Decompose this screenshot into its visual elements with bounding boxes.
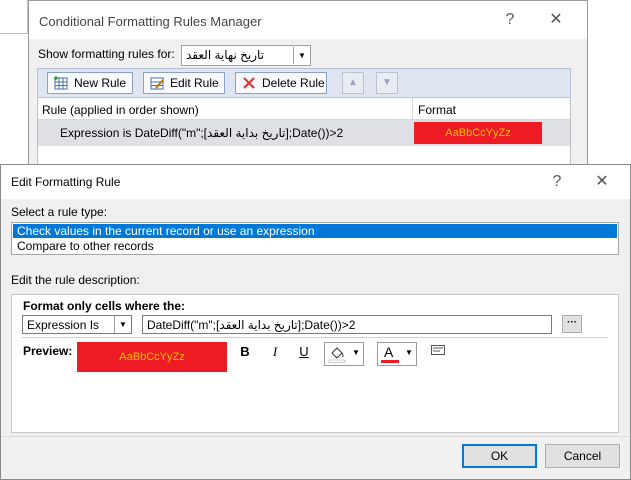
new-rule-button[interactable]: New Rule — [47, 72, 133, 94]
data-bar-icon-svg — [431, 345, 445, 355]
ok-button[interactable]: OK — [462, 444, 537, 468]
delete-icon — [243, 77, 255, 89]
new-rule-icon — [54, 76, 68, 90]
edit-rule-icon — [150, 77, 164, 90]
chevron-down-icon[interactable]: ▼ — [114, 316, 131, 333]
expression-input[interactable]: DateDiff("m";[تاريخ بداية العقد];Date())… — [142, 315, 552, 334]
edit-description-label: Edit the rule description: — [11, 273, 140, 287]
rule-type-item-expression[interactable]: Check values in the current record or us… — [13, 224, 617, 238]
condition-type-value: Expression Is — [27, 318, 100, 332]
expression-value: DateDiff("m";[تاريخ بداية العقد];Date())… — [147, 318, 356, 332]
expression-builder-button[interactable]: ··· — [562, 315, 582, 333]
format-only-label: Format only cells where the: — [23, 299, 186, 313]
select-rule-type-label: Select a rule type: — [11, 205, 108, 219]
footer-divider — [1, 436, 630, 437]
rule-row[interactable]: Expression is DateDiff("m";[تاريخ بداية … — [38, 120, 570, 146]
chevron-down-icon[interactable]: ▼ — [293, 47, 310, 64]
col-rule-header: Rule (applied in order shown) — [42, 103, 199, 117]
help-button[interactable]: ? — [542, 167, 572, 197]
font-color-icon: A — [384, 344, 394, 360]
preview-label: Preview: — [23, 344, 73, 358]
rule-format-sample: AaBbCcYyZz — [414, 122, 542, 144]
italic-button[interactable]: I — [266, 342, 284, 362]
show-rules-value: تاريخ نهاية العقد — [186, 48, 264, 62]
paint-bucket-icon — [328, 347, 346, 363]
preview-sample: AaBbCcYyZz — [77, 342, 227, 372]
move-down-button[interactable]: ▼ — [376, 72, 398, 94]
edit-rule-label: Edit Rule — [170, 76, 219, 90]
chevron-down-icon: ▼ — [405, 348, 413, 357]
show-rules-label: Show formatting rules for: — [38, 47, 175, 61]
fill-color-dropdown[interactable]: ▼ — [324, 342, 364, 366]
delete-rule-label: Delete Rule — [262, 76, 325, 90]
rules-manager-dialog: Conditional Formatting Rules Manager ? ✕… — [28, 0, 588, 173]
rule-type-item-compare[interactable]: Compare to other records — [13, 239, 617, 253]
rule-description-panel: Format only cells where the: Expression … — [11, 294, 619, 433]
show-rules-combo[interactable]: تاريخ نهاية العقد ▼ — [181, 45, 311, 66]
font-color-swatch — [381, 360, 399, 363]
rule-type-list: Check values in the current record or us… — [11, 222, 619, 255]
edit-rule-titlebar: Edit Formatting Rule ? ✕ — [1, 165, 630, 199]
rules-manager-title: Conditional Formatting Rules Manager — [39, 14, 262, 29]
condition-type-combo[interactable]: Expression Is ▼ — [22, 315, 132, 334]
data-bar-icon[interactable] — [431, 344, 445, 355]
close-button[interactable]: ✕ — [541, 5, 571, 35]
edit-rule-button[interactable]: Edit Rule — [143, 72, 225, 94]
new-rule-label: New Rule — [74, 76, 127, 90]
rules-manager-titlebar: Conditional Formatting Rules Manager ? ✕ — [29, 1, 587, 39]
rules-list-header: Rule (applied in order shown) Format — [38, 98, 570, 120]
edit-rule-title: Edit Formatting Rule — [11, 175, 121, 189]
rules-toolbar: New Rule Edit Rule Delete Rule ▲ ▼ — [37, 68, 571, 98]
move-up-button[interactable]: ▲ — [342, 72, 364, 94]
chevron-down-icon: ▼ — [382, 77, 392, 88]
rules-list: Rule (applied in order shown) Format Exp… — [37, 98, 571, 173]
col-format-header: Format — [418, 103, 457, 117]
edit-rule-dialog: Edit Formatting Rule ? ✕ Select a rule t… — [0, 164, 631, 480]
chevron-up-icon: ▲ — [348, 77, 358, 88]
description-divider — [22, 337, 608, 338]
col-divider — [412, 98, 413, 120]
underline-button[interactable]: U — [295, 342, 313, 362]
cancel-button[interactable]: Cancel — [545, 444, 620, 468]
font-color-dropdown[interactable]: A ▼ — [377, 342, 417, 366]
close-button[interactable]: ✕ — [587, 167, 617, 197]
help-button[interactable]: ? — [495, 5, 525, 35]
background-window-edge — [0, 0, 28, 34]
delete-rule-button[interactable]: Delete Rule — [235, 72, 327, 94]
rule-text: Expression is DateDiff("m";[تاريخ بداية … — [60, 126, 344, 140]
chevron-down-icon: ▼ — [352, 348, 360, 357]
bold-button[interactable]: B — [236, 342, 254, 362]
